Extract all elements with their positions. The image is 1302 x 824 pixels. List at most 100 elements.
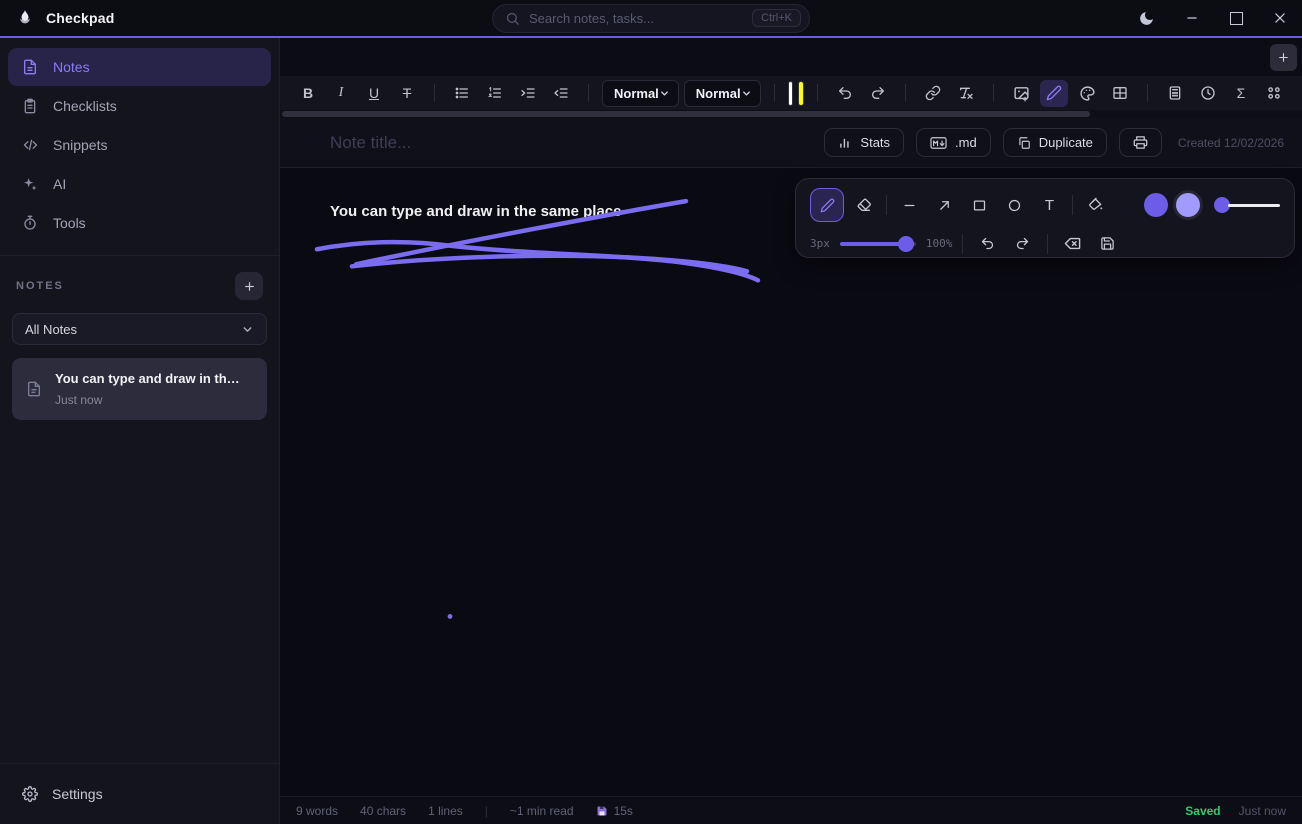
drawbar-separator (1072, 195, 1073, 215)
stroke-size-slider[interactable] (840, 236, 916, 252)
sidebar: Notes Checklists Snippets (0, 38, 280, 824)
app-title: Checkpad (46, 10, 115, 26)
global-search[interactable]: Ctrl+K (492, 4, 810, 33)
note-header: Stats .md Duplicate (280, 118, 1302, 168)
editor-toolbar: B I U T Normal (280, 76, 1302, 110)
text-tool-button[interactable]: T (1034, 190, 1065, 221)
numbered-list-button[interactable] (481, 80, 509, 107)
line-tool-button[interactable] (894, 190, 925, 221)
toolbar-separator (993, 84, 994, 102)
table-button[interactable] (1106, 80, 1134, 107)
toolbar-scrollbar-thumb[interactable] (282, 111, 1090, 117)
circle-tool-button[interactable] (999, 190, 1030, 221)
minimize-button[interactable] (1170, 0, 1214, 36)
fill-bucket-tool-button[interactable] (1080, 190, 1111, 221)
theme-toggle-moon-icon[interactable] (1124, 0, 1168, 36)
stopwatch-icon (21, 215, 39, 231)
highlight-color-swatch[interactable] (798, 81, 804, 106)
print-button[interactable] (1119, 128, 1162, 157)
sidebar-nav: Notes Checklists Snippets (0, 38, 279, 255)
draw-undo-button[interactable] (973, 229, 1002, 258)
insert-image-button[interactable] (1007, 80, 1035, 107)
underline-button[interactable]: U (360, 80, 388, 107)
new-tab-button[interactable] (1270, 44, 1297, 71)
clipboard-icon (21, 98, 39, 114)
strikethrough-button[interactable]: T (393, 80, 421, 107)
app-brand: Checkpad (0, 7, 115, 29)
note-file-icon (26, 381, 42, 397)
bullet-list-button[interactable] (448, 80, 476, 107)
notes-filter-select[interactable]: All Notes (12, 313, 267, 345)
sidebar-item-snippets[interactable]: Snippets (8, 126, 271, 164)
note-list-item[interactable]: You can type and draw in the s... Just n… (12, 358, 267, 420)
undo-button[interactable] (831, 80, 859, 107)
save-drawing-button[interactable] (1093, 229, 1122, 258)
drawbar-separator (962, 234, 963, 254)
calculator-button[interactable] (1161, 80, 1189, 107)
line-count: 1 lines (428, 804, 463, 818)
text-color-swatch[interactable] (788, 81, 794, 106)
note-item-timestamp: Just now (55, 393, 240, 407)
char-count: 40 chars (360, 804, 406, 818)
sidebar-item-ai[interactable]: AI (8, 165, 271, 203)
sidebar-item-notes[interactable]: Notes (8, 48, 271, 86)
drawing-tools-row: T (810, 188, 1280, 222)
sidebar-item-label: Snippets (53, 137, 107, 153)
formula-button[interactable]: Σ (1227, 80, 1255, 107)
redo-button[interactable] (864, 80, 892, 107)
note-title-input[interactable] (330, 133, 812, 153)
sidebar-item-label: Notes (53, 59, 90, 75)
main-area: B I U T Normal (280, 38, 1302, 824)
toolbar-separator (905, 84, 906, 102)
sidebar-item-checklists[interactable]: Checklists (8, 87, 271, 125)
clear-canvas-button[interactable] (1058, 229, 1087, 258)
duplicate-button[interactable]: Duplicate (1003, 128, 1107, 157)
drawbar-separator (1047, 234, 1048, 254)
toolbar-scrollbar[interactable] (280, 110, 1302, 118)
stats-button[interactable]: Stats (824, 128, 904, 157)
bar-chart-icon (838, 136, 852, 150)
color-shade-slider[interactable] (1214, 197, 1280, 213)
rectangle-tool-button[interactable] (964, 190, 995, 221)
close-button[interactable] (1258, 0, 1302, 36)
export-markdown-button[interactable]: .md (916, 128, 991, 157)
draw-mode-button[interactable] (1040, 80, 1068, 107)
timer-button[interactable] (1194, 80, 1222, 107)
font-format-select[interactable]: Normal (684, 80, 761, 107)
stroke-color-secondary[interactable] (1176, 193, 1200, 217)
ink-strokes (280, 168, 1302, 796)
clear-formatting-button[interactable] (952, 80, 980, 107)
stroke-color-primary[interactable] (1144, 193, 1168, 217)
eraser-tool-button[interactable] (848, 190, 879, 221)
search-shortcut-badge: Ctrl+K (752, 9, 801, 27)
search-input[interactable] (529, 11, 743, 26)
app-window: Checkpad Ctrl+K (0, 0, 1302, 824)
new-note-button[interactable] (235, 272, 263, 300)
ink-stroke (352, 256, 747, 272)
pen-tool-button[interactable] (810, 188, 844, 222)
notes-section-header: NOTES (16, 280, 64, 292)
sidebar-item-label: Tools (53, 215, 86, 231)
printer-icon (1133, 135, 1148, 150)
autosave-interval: 15s (614, 804, 633, 818)
code-icon (21, 137, 39, 153)
italic-button[interactable]: I (327, 80, 355, 107)
indent-decrease-button[interactable] (547, 80, 575, 107)
note-canvas[interactable]: You can type and draw in the same place (280, 168, 1302, 796)
app-logo-icon (14, 7, 36, 29)
save-time-label: Just now (1239, 804, 1286, 818)
sidebar-item-label: Checklists (53, 98, 117, 114)
indent-increase-button[interactable] (514, 80, 542, 107)
sidebar-item-tools[interactable]: Tools (8, 204, 271, 242)
stroke-size-slider-thumb[interactable] (898, 236, 914, 252)
paragraph-format-select[interactable]: Normal (602, 80, 679, 107)
maximize-button[interactable] (1214, 0, 1258, 36)
apps-grid-button[interactable] (1260, 80, 1288, 107)
arrow-tool-button[interactable] (929, 190, 960, 221)
save-status-label: Saved (1185, 804, 1220, 818)
draw-redo-button[interactable] (1008, 229, 1037, 258)
sidebar-item-settings[interactable]: Settings (10, 776, 269, 812)
link-button[interactable] (919, 80, 947, 107)
bold-button[interactable]: B (294, 80, 322, 107)
palette-button[interactable] (1073, 80, 1101, 107)
